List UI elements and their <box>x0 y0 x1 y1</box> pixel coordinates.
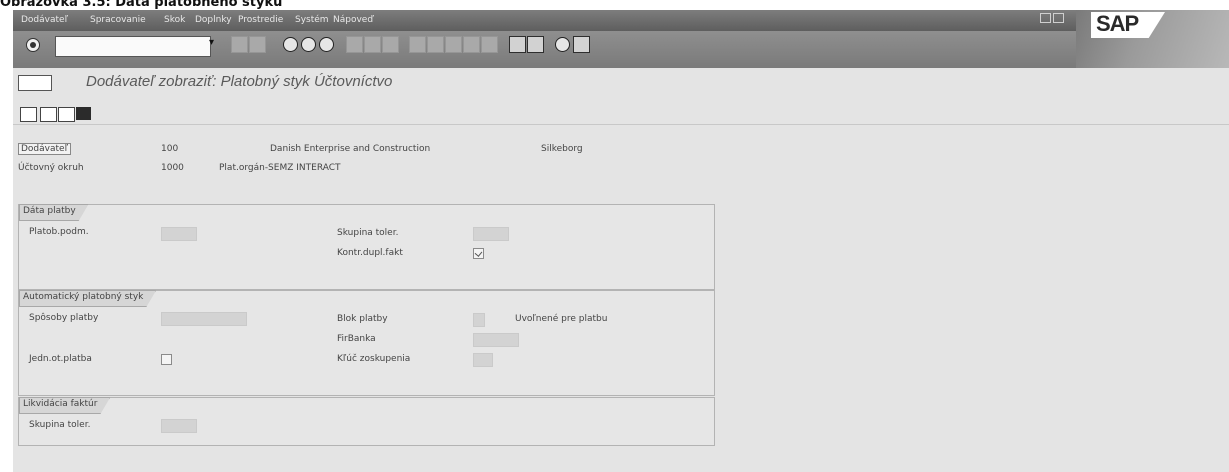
vendor-city: Silkeborg <box>541 144 583 154</box>
command-dropdown-icon[interactable]: ▾ <box>209 37 219 51</box>
help-icon[interactable] <box>555 37 570 52</box>
house-bank-field[interactable] <box>473 333 519 347</box>
menu-extras[interactable]: Doplnky <box>195 15 232 25</box>
previous-page-icon[interactable] <box>427 36 444 53</box>
payment-block-label: Blok platby <box>337 314 388 324</box>
automatic-payment-group: Automatický platobný styk Spôsoby platby… <box>18 290 715 396</box>
first-page-icon[interactable] <box>409 36 426 53</box>
find-next-icon[interactable] <box>382 36 399 53</box>
payment-block-field[interactable] <box>473 313 485 327</box>
tolerance-group-label: Skupina toler. <box>337 228 399 238</box>
sap-logo: SAP <box>1076 10 1229 68</box>
minimize-icon[interactable] <box>1040 13 1051 23</box>
enter-icon[interactable] <box>26 38 40 52</box>
back-disabled-icon[interactable] <box>249 36 266 53</box>
last-page-icon[interactable] <box>463 36 480 53</box>
sap-window: Dodávateľ Spracovanie Skok Doplnky Prost… <box>13 10 1229 472</box>
company-code: 1000 <box>161 163 184 173</box>
company-name: Plat.orgán-SEMZ INTERACT <box>219 163 341 173</box>
menu-vendor[interactable]: Dodávateľ <box>21 15 68 25</box>
save-icon[interactable] <box>231 36 248 53</box>
automatic-payment-tab: Automatický platobný styk <box>19 290 156 307</box>
find-icon[interactable] <box>364 36 381 53</box>
menu-bar: Dodávateľ Spracovanie Skok Doplnky Prost… <box>13 10 1229 31</box>
menu-environment[interactable]: Prostredie <box>238 15 283 25</box>
menu-help[interactable]: Nápoveď <box>333 15 373 25</box>
standard-toolbar: ▾ <box>13 31 1076 68</box>
payment-data-tab: Dáta platby <box>19 204 89 221</box>
payment-terms-label: Platob.podm. <box>29 227 89 237</box>
invoice-clearing-tab: Likvidácia faktúr <box>19 397 110 414</box>
clearing-tolerance-field[interactable] <box>161 419 197 433</box>
command-field[interactable] <box>55 36 211 57</box>
payment-data-group: Dáta platby Platob.podm. Skupina toler. … <box>18 204 715 290</box>
double-invoice-checkbox[interactable] <box>473 248 484 259</box>
company-code-label: Účtovný okruh <box>18 163 84 173</box>
individual-payment-checkbox[interactable] <box>161 354 172 365</box>
display-change-icon[interactable] <box>18 75 52 91</box>
menu-system[interactable]: Systém <box>295 15 329 25</box>
cancel-icon[interactable] <box>319 37 334 52</box>
house-bank-label: FirBanka <box>337 334 376 344</box>
payment-block-description: Uvoľnené pre platbu <box>515 314 608 324</box>
figure-caption: Obrazovka 3.5: Dáta platobného styku <box>0 0 283 10</box>
vendor-name: Danish Enterprise and Construction <box>270 144 431 154</box>
new-session-icon[interactable] <box>481 36 498 53</box>
grouping-key-label: Kľúč zoskupenia <box>337 354 411 364</box>
maximize-icon[interactable] <box>1053 13 1064 23</box>
title-bar: Dodávateľ zobraziť: Platobný styk Účtovn… <box>13 68 1229 96</box>
create-shortcut-icon[interactable] <box>509 36 526 53</box>
purchasing-data-icon[interactable] <box>76 107 91 120</box>
invoice-clearing-group: Likvidácia faktúr Skupina toler. <box>18 397 715 446</box>
double-invoice-label: Kontr.dupl.fakt <box>337 248 403 258</box>
payment-methods-field[interactable] <box>161 312 247 326</box>
back-icon[interactable] <box>283 37 298 52</box>
payment-methods-label: Spôsoby platby <box>29 313 99 323</box>
individual-payment-label: Jedn.ot.platba <box>29 354 92 364</box>
company-data-icon[interactable] <box>58 107 75 122</box>
page-title: Dodávateľ zobraziť: Platobný styk Účtovn… <box>86 73 393 90</box>
clearing-tolerance-label: Skupina toler. <box>29 420 91 430</box>
grouping-key-field[interactable] <box>473 353 493 367</box>
separator <box>13 124 1229 125</box>
menu-edit[interactable]: Spracovanie <box>90 15 146 25</box>
vendor-number: 100 <box>161 144 179 154</box>
other-vendor-icon[interactable] <box>20 107 37 122</box>
payment-terms-field[interactable] <box>161 227 197 241</box>
next-page-icon[interactable] <box>445 36 462 53</box>
sap-logo-text: SAP <box>1096 11 1139 36</box>
customize-icon[interactable] <box>573 36 590 53</box>
exit-icon[interactable] <box>301 37 316 52</box>
print-icon[interactable] <box>346 36 363 53</box>
layout-icon[interactable] <box>527 36 544 53</box>
tolerance-group-field[interactable] <box>473 227 509 241</box>
general-data-icon[interactable] <box>40 107 57 122</box>
menu-goto[interactable]: Skok <box>164 15 185 25</box>
vendor-label: Dodávateľ <box>18 143 71 155</box>
